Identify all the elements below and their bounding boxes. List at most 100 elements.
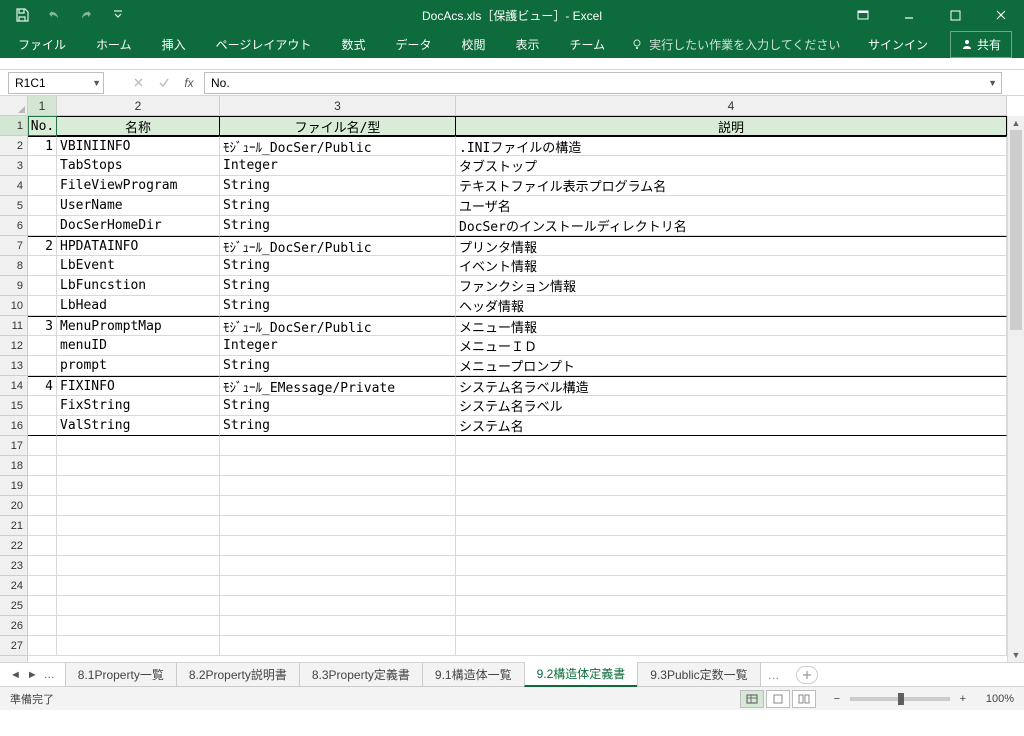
cell[interactable]: .INIファイルの構造 [456,136,1007,156]
ribbon-display-options-button[interactable] [840,0,886,30]
cell[interactable]: String [220,176,456,196]
tab-insert[interactable]: 挿入 [148,30,200,59]
tab-team[interactable]: チーム [556,30,620,59]
cell[interactable]: メニュープロンプト [456,356,1007,376]
cell[interactable]: Integer [220,336,456,356]
cell[interactable] [28,216,57,236]
cell[interactable] [57,456,220,476]
cell[interactable] [28,616,57,636]
zoom-track[interactable] [850,697,950,701]
cell[interactable]: VBINIINFO [57,136,220,156]
cell[interactable]: 2 [28,236,57,256]
cell[interactable]: DocSerHomeDir [57,216,220,236]
sheet-nav-prev[interactable]: ◄ [10,669,21,681]
cell[interactable] [456,476,1007,496]
cell[interactable]: 名称 [57,116,220,136]
row-header[interactable]: 24 [0,576,27,596]
cell[interactable] [57,536,220,556]
row-header[interactable]: 23 [0,556,27,576]
sheet-tab[interactable]: 9.1構造体一覧 [422,663,525,687]
cell[interactable] [57,616,220,636]
row-header[interactable]: 12 [0,336,27,356]
cell[interactable] [28,556,57,576]
row-header[interactable]: 5 [0,196,27,216]
row-header[interactable]: 15 [0,396,27,416]
cell[interactable]: String [220,196,456,216]
cell[interactable]: String [220,396,456,416]
row-header[interactable]: 4 [0,176,27,196]
signin-button[interactable]: サインイン [854,30,942,59]
row-header[interactable]: 18 [0,456,27,476]
tab-file[interactable]: ファイル [4,30,80,59]
cell[interactable]: 4 [28,376,57,396]
cell[interactable]: 説明 [456,116,1007,136]
select-all-button[interactable] [0,96,28,116]
zoom-in-button[interactable]: + [956,693,970,705]
sheet-tab[interactable]: 8.2Property説明書 [176,663,300,687]
cell[interactable]: ValString [57,416,220,436]
row-header[interactable]: 19 [0,476,27,496]
row-header[interactable]: 1 [0,116,27,136]
cell[interactable] [220,456,456,476]
cell[interactable] [28,276,57,296]
cell[interactable] [220,436,456,456]
fx-label[interactable]: fx [178,72,200,94]
cell[interactable] [456,616,1007,636]
cell[interactable]: メニューＩＤ [456,336,1007,356]
sheet-tab[interactable]: 9.2構造体定義書 [524,662,639,687]
sheet-nav-ellipsis[interactable]: … [44,669,55,681]
cell[interactable]: イベント情報 [456,256,1007,276]
cell[interactable] [220,536,456,556]
cell[interactable] [28,496,57,516]
col-header[interactable]: 4 [456,96,1007,116]
cell[interactable]: UserName [57,196,220,216]
sheet-tab[interactable]: 8.1Property一覧 [65,663,177,687]
cell[interactable] [456,436,1007,456]
cell[interactable] [28,256,57,276]
view-page-layout-button[interactable] [766,690,790,708]
row-header[interactable]: 22 [0,536,27,556]
cell[interactable]: ﾓｼﾞｭｰﾙ_DocSer/Public [220,236,456,256]
vertical-scrollbar[interactable]: ▲ ▼ [1007,116,1024,662]
view-normal-button[interactable] [740,690,764,708]
cell[interactable]: HPDATAINFO [57,236,220,256]
cell[interactable] [57,476,220,496]
cell[interactable]: 1 [28,136,57,156]
row-header[interactable]: 3 [0,156,27,176]
cell[interactable] [220,616,456,636]
col-header[interactable]: 1 [28,96,57,116]
col-header[interactable]: 3 [220,96,456,116]
sheet-tab[interactable]: 8.3Property定義書 [299,663,423,687]
cell[interactable]: Integer [220,156,456,176]
row-header[interactable]: 17 [0,436,27,456]
tab-view[interactable]: 表示 [501,30,553,59]
cell[interactable] [28,436,57,456]
cell[interactable]: menuID [57,336,220,356]
row-header[interactable]: 16 [0,416,27,436]
cell[interactable] [220,556,456,576]
cell[interactable] [456,496,1007,516]
scroll-thumb[interactable] [1010,130,1022,330]
cell[interactable] [57,636,220,656]
view-page-break-button[interactable] [792,690,816,708]
cell[interactable] [456,536,1007,556]
cell[interactable] [57,556,220,576]
cell[interactable]: ヘッダ情報 [456,296,1007,316]
cell[interactable] [220,496,456,516]
cell[interactable]: FixString [57,396,220,416]
cell[interactable]: LbFuncstion [57,276,220,296]
tab-page-layout[interactable]: ページレイアウト [202,30,326,59]
row-header[interactable]: 26 [0,616,27,636]
cell[interactable]: String [220,256,456,276]
cell[interactable] [28,576,57,596]
zoom-thumb[interactable] [898,693,904,705]
cell[interactable]: タブストップ [456,156,1007,176]
cell[interactable] [220,576,456,596]
cell[interactable] [28,476,57,496]
cell[interactable] [28,296,57,316]
cell[interactable] [57,596,220,616]
undo-button[interactable] [40,3,68,27]
cell[interactable] [28,176,57,196]
maximize-button[interactable] [932,0,978,30]
cell[interactable]: FIXINFO [57,376,220,396]
